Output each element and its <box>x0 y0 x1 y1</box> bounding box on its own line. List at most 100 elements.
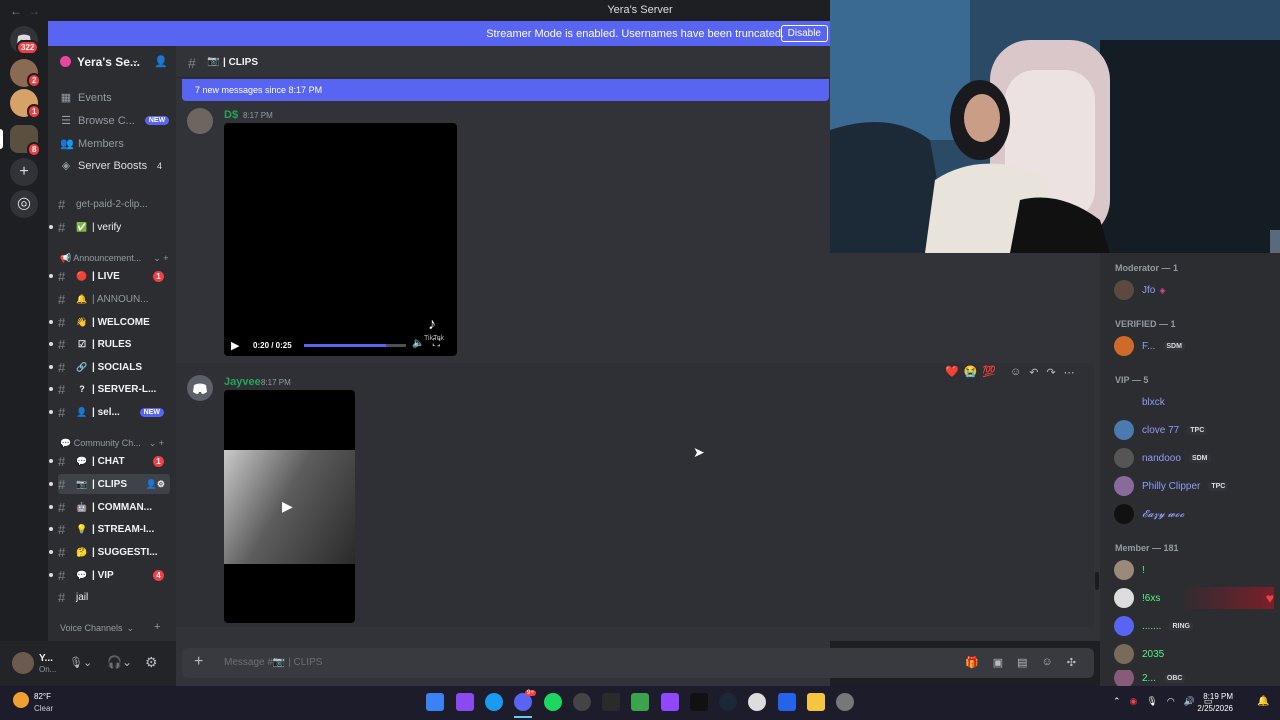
sticker-icon[interactable]: ▤ <box>1017 656 1027 669</box>
headphones-icon[interactable]: 🎧⌄ <box>107 655 132 669</box>
message-author[interactable]: D$ <box>224 109 238 121</box>
category-voice[interactable]: Voice Channels ⌄ <box>60 623 134 634</box>
channel-stream-ideas[interactable]: # 💡 | STREAM-I... <box>58 519 170 539</box>
channel-live[interactable]: # 🔴 | LIVE 1 <box>58 266 170 286</box>
chevron-up-icon[interactable]: ⌃ <box>1113 696 1121 707</box>
app-c-icon[interactable] <box>778 693 796 711</box>
member-item[interactable]: nandooo SDM <box>1114 447 1274 469</box>
mic-icon[interactable]: 🎙 <box>1146 696 1157 707</box>
heart-reaction-icon[interactable]: ❤️ <box>945 365 959 378</box>
sidebar-item-members[interactable]: 👥 Members <box>60 137 170 151</box>
avatar[interactable] <box>187 108 213 134</box>
channel-settings-icon[interactable]: 👤⚙ <box>146 479 165 490</box>
channel-chat[interactable]: # 💬 | CHAT 1 <box>58 451 170 471</box>
battery-icon[interactable]: ▭ <box>1204 696 1213 707</box>
volume-icon[interactable]: 🔊 <box>1184 696 1195 707</box>
epic-games-icon[interactable] <box>602 693 620 711</box>
channel-get-paid[interactable]: # get-paid-2-clip... <box>58 194 170 214</box>
member-item[interactable]: ....... RING <box>1114 615 1274 637</box>
member-item[interactable]: 2035 <box>1114 643 1274 665</box>
message-composer[interactable]: + Message #📷 | CLIPS 🎁 ▣ ▤ ☺ ✣ <box>182 648 1094 678</box>
steam-icon[interactable] <box>719 693 737 711</box>
member-item[interactable]: clove 77 TPC <box>1114 419 1274 441</box>
member-item[interactable]: F... SDM <box>1114 335 1274 357</box>
spotify-icon[interactable] <box>544 693 562 711</box>
video-progress-track[interactable] <box>304 344 406 347</box>
member-item[interactable]: blxck <box>1114 391 1274 413</box>
add-channel-icon[interactable]: ⌄ + <box>149 438 164 448</box>
category-announcements[interactable]: 📢 Announcement... ⌄ + <box>60 253 169 264</box>
add-server-icon[interactable]: + <box>10 158 38 186</box>
apps-icon[interactable]: ✣ <box>1067 656 1076 669</box>
settings-icon[interactable] <box>836 693 854 711</box>
cry-reaction-icon[interactable]: 😭 <box>964 365 978 378</box>
channel-welcome[interactable]: # 👋 | WELCOME <box>58 312 170 332</box>
obs-icon[interactable] <box>573 693 591 711</box>
channel-rules[interactable]: # ☑ | RULES <box>58 334 170 354</box>
message-author[interactable]: Jayvee <box>224 376 261 388</box>
gift-icon[interactable]: 🎁 <box>965 656 979 669</box>
sidebar-item-events[interactable]: ▦ Events <box>60 91 170 105</box>
member-item[interactable]: Philly Clipper TPC <box>1114 475 1274 497</box>
notification-bell-icon[interactable]: 🔔 <box>1257 696 1269 707</box>
weather-icon[interactable] <box>13 692 29 708</box>
add-voice-channel-icon[interactable]: + <box>154 621 160 633</box>
new-messages-bar[interactable]: 7 new messages since 8:17 PM <box>182 79 829 101</box>
tray-app-icon[interactable]: ◉ <box>1130 696 1138 707</box>
new-messages-text: 7 new messages since 8:17 PM <box>195 85 323 95</box>
play-icon[interactable]: ▶ <box>282 498 293 515</box>
copilot-icon[interactable] <box>456 693 474 711</box>
file-explorer-icon[interactable] <box>807 693 825 711</box>
forward-icon[interactable]: ↷ <box>1046 366 1055 379</box>
add-reaction-icon[interactable]: ☺ <box>1010 366 1021 379</box>
video-embed[interactable]: ♪ TikTok ▶ 0:20 / 0:25 🔈 ⛶ <box>224 123 457 356</box>
gif-icon[interactable]: ▣ <box>993 656 1003 669</box>
chevron-down-icon[interactable]: ⌄ <box>131 55 139 66</box>
start-icon[interactable] <box>426 693 444 711</box>
hundred-reaction-icon[interactable]: 💯 <box>982 365 996 378</box>
reply-icon[interactable]: ↶ <box>1029 366 1038 379</box>
message-input[interactable]: Message #📷 | CLIPS <box>224 657 322 668</box>
scrollbar[interactable] <box>1095 572 1099 590</box>
edge-icon[interactable] <box>485 693 503 711</box>
fullscreen-icon[interactable]: ⛶ <box>433 338 440 349</box>
member-item[interactable]: 2... OBC <box>1114 670 1274 686</box>
twitch-icon[interactable] <box>661 693 679 711</box>
microphone-icon[interactable]: 🎙⌄ <box>69 656 92 669</box>
member-item[interactable]: ! <box>1114 559 1274 581</box>
video-embed[interactable]: ▶ <box>224 390 355 623</box>
avatar[interactable] <box>187 375 213 401</box>
channel-server-links[interactable]: #? | SERVER-L... <box>58 379 170 399</box>
avatar[interactable] <box>12 652 34 674</box>
capcut-icon[interactable] <box>690 693 708 711</box>
channel-suggestions[interactable]: # 🤔 | SUGGESTI... <box>58 542 170 562</box>
play-icon[interactable]: ▶ <box>231 339 239 352</box>
member-item[interactable]: 𝓔𝓪𝔃𝔂 𝔀𝓸𝓸 <box>1114 503 1274 525</box>
volume-icon[interactable]: 🔈 <box>412 338 424 349</box>
member-item[interactable]: !6xs ♥ <box>1114 587 1274 609</box>
channel-emoji: ? <box>79 384 85 394</box>
wifi-icon[interactable]: ◠ <box>1167 696 1175 707</box>
channel-clips[interactable]: # 📷 | CLIPS 👤⚙ <box>58 474 170 494</box>
app-icon[interactable] <box>748 693 766 711</box>
add-channel-icon[interactable]: ⌄ + <box>153 253 168 263</box>
channel-vip[interactable]: # 💬 | VIP 4 <box>58 565 170 585</box>
channel-select-roles[interactable]: # 👤 | sel... NEW <box>58 402 170 422</box>
discover-icon[interactable]: ◎ <box>10 190 38 218</box>
category-community[interactable]: 💬 Community Ch... ⌄ + <box>60 438 164 449</box>
more-icon[interactable]: ⋯ <box>1064 366 1075 379</box>
member-item[interactable]: Jfo ◈ <box>1114 279 1274 301</box>
emoji-icon[interactable]: ☺ <box>1042 656 1053 669</box>
sidebar-item-browse[interactable]: ☰ Browse C... NEW <box>60 114 170 127</box>
channel-verify[interactable]: # ✅ | verify <box>58 217 170 237</box>
attach-plus-icon[interactable]: + <box>194 653 203 671</box>
disable-button[interactable]: Disable <box>780 25 828 42</box>
gear-icon[interactable]: ⚙ <box>145 654 158 671</box>
sidebar-item-boosts[interactable]: ◈ Server Boosts 4 <box>60 159 170 173</box>
channel-socials[interactable]: # 🔗 | SOCIALS <box>58 357 170 377</box>
minecraft-icon[interactable] <box>631 693 649 711</box>
channel-announcements[interactable]: # 🔔 | ANNOUN... <box>58 289 170 309</box>
channel-jail[interactable]: # jail <box>58 587 170 607</box>
invite-icon[interactable]: 👤 <box>154 55 168 68</box>
channel-commands[interactable]: # 🤖 | COMMAN... <box>58 497 170 517</box>
